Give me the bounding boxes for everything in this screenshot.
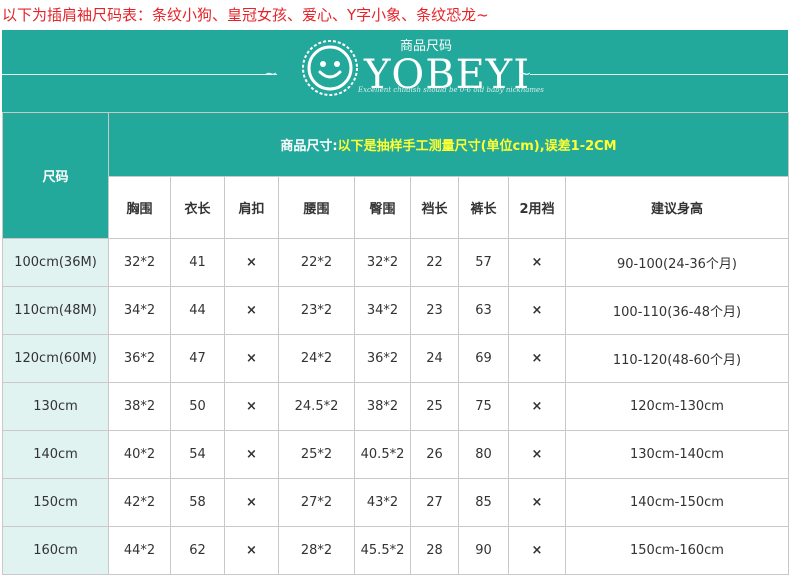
banner-divider-right bbox=[530, 74, 788, 75]
caption-note: 以下是抽样手工测量尺寸(单位cm),误差1-2CM bbox=[337, 139, 617, 154]
table-row: 110cm(48M) 34*2 44 × 23*2 34*2 23 63 × 1… bbox=[2, 286, 789, 335]
shoulder-button-cross-icon: × bbox=[224, 382, 279, 431]
column-header-waist: 腰围 bbox=[278, 176, 355, 239]
chest-cell: 42*2 bbox=[108, 478, 171, 527]
column-header-height: 建议身高 bbox=[565, 176, 789, 239]
column-header-rise: 裆长 bbox=[410, 176, 459, 239]
waist-cell: 23*2 bbox=[278, 286, 355, 335]
waist-cell: 24.5*2 bbox=[278, 382, 355, 431]
hip-cell: 43*2 bbox=[354, 478, 411, 527]
page-title: 以下为插肩袖尺码表：条纹小狗、皇冠女孩、爱心、Y字小象、条纹恐龙~ bbox=[2, 6, 489, 24]
dual-crotch-cross-icon: × bbox=[508, 238, 566, 287]
length-cell: 62 bbox=[170, 526, 225, 575]
shoulder-button-cross-icon: × bbox=[224, 478, 279, 527]
chest-cell: 34*2 bbox=[108, 286, 171, 335]
rise-cell: 22 bbox=[410, 238, 459, 287]
dual-crotch-cross-icon: × bbox=[508, 430, 566, 479]
swirl-left-icon: ~ bbox=[264, 64, 278, 83]
shoulder-button-cross-icon: × bbox=[224, 286, 279, 335]
chest-cell: 44*2 bbox=[108, 526, 171, 575]
height-cell: 90-100(24-36个月) bbox=[565, 238, 789, 287]
size-cell: 100cm(36M) bbox=[2, 238, 109, 287]
shoulder-button-cross-icon: × bbox=[224, 238, 279, 287]
length-cell: 58 bbox=[170, 478, 225, 527]
shoulder-button-cross-icon: × bbox=[224, 334, 279, 383]
hip-cell: 40.5*2 bbox=[354, 430, 411, 479]
height-cell: 150cm-160cm bbox=[565, 526, 789, 575]
height-cell: 130cm-140cm bbox=[565, 430, 789, 479]
table-caption: 商品尺寸:以下是抽样手工测量尺寸(单位cm),误差1-2CM bbox=[108, 112, 789, 177]
size-cell: 160cm bbox=[2, 526, 109, 575]
size-cell: 150cm bbox=[2, 478, 109, 527]
shoulder-button-cross-icon: × bbox=[224, 430, 279, 479]
rise-cell: 28 bbox=[410, 526, 459, 575]
length-cell: 44 bbox=[170, 286, 225, 335]
hip-cell: 32*2 bbox=[354, 238, 411, 287]
table-row: 160cm 44*2 62 × 28*2 45.5*2 28 90 × 150c… bbox=[2, 526, 789, 575]
height-cell: 100-110(36-48个月) bbox=[565, 286, 789, 335]
dual-crotch-cross-icon: × bbox=[508, 526, 566, 575]
length-cell: 54 bbox=[170, 430, 225, 479]
dual-crotch-cross-icon: × bbox=[508, 382, 566, 431]
height-cell: 110-120(48-60个月) bbox=[565, 334, 789, 383]
dual-crotch-cross-icon: × bbox=[508, 286, 566, 335]
pants-length-cell: 85 bbox=[458, 478, 509, 527]
length-cell: 50 bbox=[170, 382, 225, 431]
column-header-hip: 臀围 bbox=[354, 176, 411, 239]
table-row: 150cm 42*2 58 × 27*2 43*2 27 85 × 140cm-… bbox=[2, 478, 789, 527]
hip-cell: 36*2 bbox=[354, 334, 411, 383]
table-row: 140cm 40*2 54 × 25*2 40.5*2 26 80 × 130c… bbox=[2, 430, 789, 479]
table-row: 100cm(36M) 32*2 41 × 22*2 32*2 22 57 × 9… bbox=[2, 238, 789, 287]
hip-cell: 45.5*2 bbox=[354, 526, 411, 575]
waist-cell: 28*2 bbox=[278, 526, 355, 575]
length-cell: 47 bbox=[170, 334, 225, 383]
rise-cell: 25 bbox=[410, 382, 459, 431]
size-cell: 110cm(48M) bbox=[2, 286, 109, 335]
brand-banner: ~ 商品尺码 YOBEYI ~ bbox=[2, 30, 788, 112]
waist-cell: 22*2 bbox=[278, 238, 355, 287]
waist-cell: 24*2 bbox=[278, 334, 355, 383]
rise-cell: 27 bbox=[410, 478, 459, 527]
column-header-length: 衣长 bbox=[170, 176, 225, 239]
banner-divider-left bbox=[2, 74, 277, 75]
pants-length-cell: 75 bbox=[458, 382, 509, 431]
size-cell: 120cm(60M) bbox=[2, 334, 109, 383]
chest-cell: 38*2 bbox=[108, 382, 171, 431]
pants-length-cell: 63 bbox=[458, 286, 509, 335]
length-cell: 41 bbox=[170, 238, 225, 287]
waist-cell: 25*2 bbox=[278, 430, 355, 479]
hip-cell: 34*2 bbox=[354, 286, 411, 335]
chest-cell: 32*2 bbox=[108, 238, 171, 287]
waist-cell: 27*2 bbox=[278, 478, 355, 527]
caption-prefix: 商品尺寸: bbox=[280, 139, 338, 154]
size-cell: 140cm bbox=[2, 430, 109, 479]
pants-length-cell: 69 bbox=[458, 334, 509, 383]
rise-cell: 26 bbox=[410, 430, 459, 479]
chest-cell: 36*2 bbox=[108, 334, 171, 383]
pants-length-cell: 57 bbox=[458, 238, 509, 287]
smiley-badge-icon bbox=[302, 40, 358, 96]
column-header-chest: 胸围 bbox=[108, 176, 171, 239]
hip-cell: 38*2 bbox=[354, 382, 411, 431]
size-chart-table: 尺码 商品尺寸:以下是抽样手工测量尺寸(单位cm),误差1-2CM 胸围 衣长 … bbox=[2, 112, 789, 575]
rise-cell: 23 bbox=[410, 286, 459, 335]
brand-slogan: Excellent childish should be 0-6 old bab… bbox=[358, 86, 544, 94]
height-cell: 140cm-150cm bbox=[565, 478, 789, 527]
pants-length-cell: 90 bbox=[458, 526, 509, 575]
chest-cell: 40*2 bbox=[108, 430, 171, 479]
size-cell: 130cm bbox=[2, 382, 109, 431]
pants-length-cell: 80 bbox=[458, 430, 509, 479]
rise-cell: 24 bbox=[410, 334, 459, 383]
table-row: 130cm 38*2 50 × 24.5*2 38*2 25 75 × 120c… bbox=[2, 382, 789, 431]
column-header-dual-crotch: 2用裆 bbox=[508, 176, 566, 239]
size-column-header: 尺码 bbox=[2, 112, 109, 239]
height-cell: 120cm-130cm bbox=[565, 382, 789, 431]
column-header-pants-length: 裤长 bbox=[458, 176, 509, 239]
table-row: 120cm(60M) 36*2 47 × 24*2 36*2 24 69 × 1… bbox=[2, 334, 789, 383]
column-header-shoulder-button: 肩扣 bbox=[224, 176, 279, 239]
dual-crotch-cross-icon: × bbox=[508, 334, 566, 383]
shoulder-button-cross-icon: × bbox=[224, 526, 279, 575]
dual-crotch-cross-icon: × bbox=[508, 478, 566, 527]
